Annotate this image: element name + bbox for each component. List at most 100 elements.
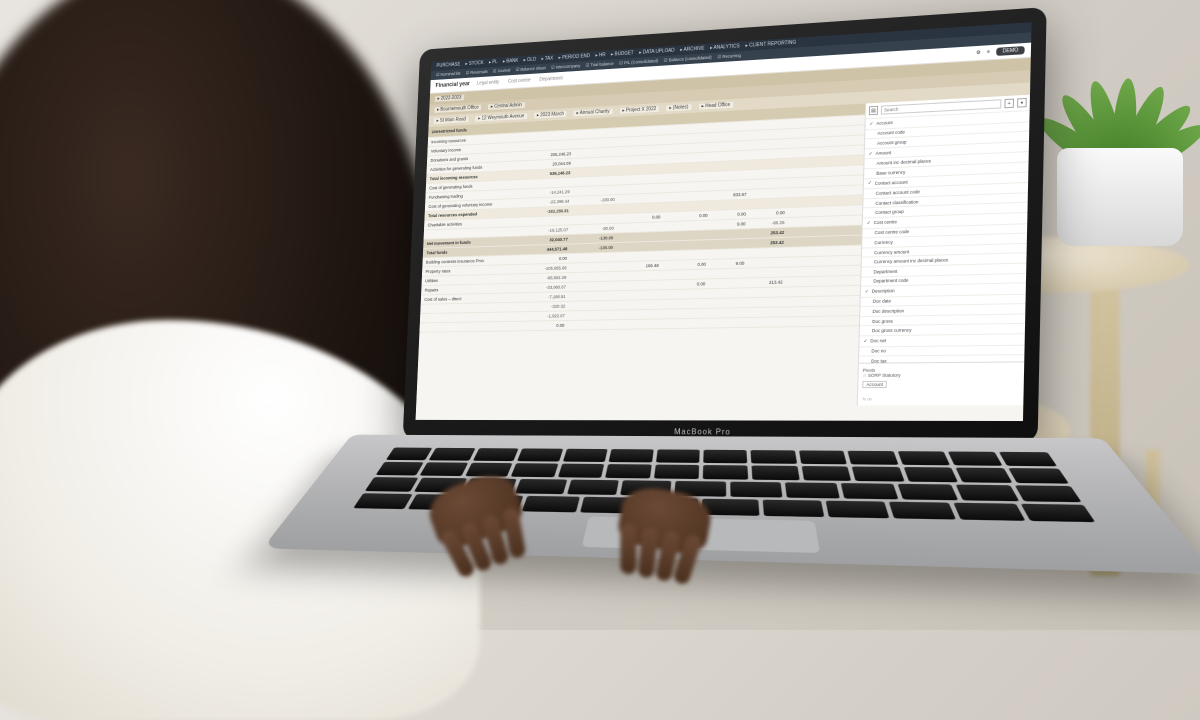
filter-chip[interactable]: ▸ Annual Charity	[574, 109, 613, 117]
cell-value	[657, 313, 704, 314]
cell-value	[567, 267, 613, 268]
cell-value	[566, 276, 612, 277]
filter-chip[interactable]: ▸ St Main Road	[434, 116, 469, 123]
nav-item[interactable]: ▸ OLD	[523, 57, 536, 63]
cell-value	[709, 165, 747, 167]
cell-value	[565, 305, 611, 306]
cell-value	[708, 204, 746, 205]
subnav-item[interactable]: Journal	[493, 68, 511, 75]
filter-chip[interactable]: ▸ Head Office	[699, 102, 734, 110]
nav-item[interactable]: ▸ TAX	[541, 56, 553, 62]
cell-value: 0.00	[614, 215, 661, 221]
cell-value	[613, 256, 659, 257]
cell-value: -320.32	[520, 304, 565, 310]
cell-value	[659, 245, 706, 246]
cell-value	[662, 186, 709, 188]
cell-value	[610, 324, 657, 325]
fields-add-button[interactable]: +	[1004, 99, 1014, 109]
filter-chip[interactable]: ▸ Project X 2022	[619, 106, 659, 114]
cell-value	[705, 303, 743, 304]
cell-value	[658, 294, 705, 295]
cell-value	[743, 312, 782, 313]
nav-item[interactable]: ▸ PL	[489, 59, 498, 65]
cell-value	[617, 149, 663, 151]
cell-value	[612, 275, 658, 276]
cell-value: 0.00	[658, 281, 705, 287]
cell-value	[571, 152, 617, 154]
cell-value	[661, 196, 708, 198]
subnav-item[interactable]: Trial balance	[586, 61, 614, 68]
cell-value	[664, 128, 711, 130]
nav-item[interactable]: ▸ ANALYTICS	[710, 43, 740, 51]
nav-item[interactable]: ▸ STOCK	[465, 60, 483, 67]
nav-item[interactable]: PURCHASE	[436, 62, 460, 69]
cell-value	[748, 163, 787, 165]
cell-value: 9.00	[706, 261, 745, 267]
cell-value	[707, 244, 745, 245]
cell-value	[749, 124, 788, 126]
cell-value	[565, 315, 611, 316]
menu-icon[interactable]: ≡	[987, 49, 990, 55]
cell-value	[617, 130, 663, 132]
nav-item[interactable]: ▸ BANK	[503, 58, 519, 65]
nav-item[interactable]: ▸ ARCHIVE	[680, 46, 704, 53]
row-label	[423, 317, 519, 319]
filter-chip[interactable]: ▸ 2022-2023	[435, 95, 464, 102]
cell-value: 536,146.23	[526, 170, 571, 177]
cell-value	[616, 169, 662, 171]
cell-value	[659, 254, 706, 255]
nav-item[interactable]: ▸ PERIOD END	[558, 53, 590, 61]
cell-value: 32,040.77	[523, 237, 568, 243]
cell-value	[569, 209, 615, 211]
gear-icon[interactable]: ⚙	[976, 50, 981, 56]
nav-item[interactable]: ▸ HR	[595, 52, 605, 58]
cell-value	[612, 285, 658, 286]
subnav-item[interactable]: Recurring	[717, 53, 741, 60]
pivot-tag[interactable]: Account	[862, 381, 887, 388]
cell-value: 833.67	[708, 192, 746, 198]
subnav-item[interactable]: Intercompany	[551, 63, 580, 70]
cell-value	[710, 155, 748, 157]
subnav-item[interactable]: Balance sheet	[516, 65, 546, 72]
cell-value	[748, 153, 787, 155]
fields-dropdown-button[interactable]: ▾	[1017, 98, 1027, 108]
cell-value: 253.42	[745, 230, 784, 236]
cell-value	[567, 257, 613, 258]
filter-chip[interactable]: ▸ 2023 March	[534, 111, 567, 118]
pivot-warning: SORP Statutory	[863, 372, 1020, 379]
filter-chip[interactable]: ▸ Bournemouth Office	[434, 105, 481, 113]
filter-chip[interactable]: ▸ 12 Weymouth Avenue	[475, 113, 527, 121]
header-tab[interactable]: Department	[539, 76, 563, 83]
cell-value	[661, 206, 708, 208]
cell-value: -30.00	[568, 226, 614, 232]
filter-chip[interactable]: ▸ (Notes)	[666, 104, 691, 111]
cell-value	[611, 304, 657, 305]
demo-button[interactable]: DEMO	[996, 46, 1025, 56]
filter-chip[interactable]: ▸ Central Admin	[488, 102, 525, 110]
cell-value	[570, 190, 616, 192]
cell-value	[564, 325, 610, 326]
cell-value	[614, 227, 660, 229]
cell-value	[743, 302, 782, 303]
cell-value	[566, 296, 612, 297]
cell-value	[570, 180, 616, 182]
row-label: Cost of sales – direct	[424, 295, 520, 302]
row-label: Building contents insurance Prov	[426, 257, 522, 264]
cell-value: -66,562.28	[521, 275, 566, 281]
header-tab[interactable]: Legal entity	[477, 80, 500, 87]
cell-value	[527, 135, 572, 137]
cell-value	[657, 323, 704, 324]
nav-item[interactable]: ▸ DATA UPLOAD	[639, 48, 675, 56]
subnav-item[interactable]: Nominal list	[436, 71, 461, 78]
header-tab[interactable]: Cost centre	[508, 78, 531, 85]
subnav-item[interactable]: Reversals	[466, 69, 488, 76]
cell-value: 205,246.23	[526, 151, 571, 158]
row-label: Net movement in funds	[427, 238, 523, 246]
cell-value: 0.00	[659, 262, 706, 268]
nav-item[interactable]: ▸ BUDGET	[611, 50, 634, 57]
field-prefix-icon[interactable]: ▤	[869, 106, 878, 115]
fields-search-input[interactable]	[881, 99, 1002, 114]
cell-value	[614, 207, 660, 209]
cell-value	[657, 303, 704, 304]
cell-value	[704, 323, 742, 324]
